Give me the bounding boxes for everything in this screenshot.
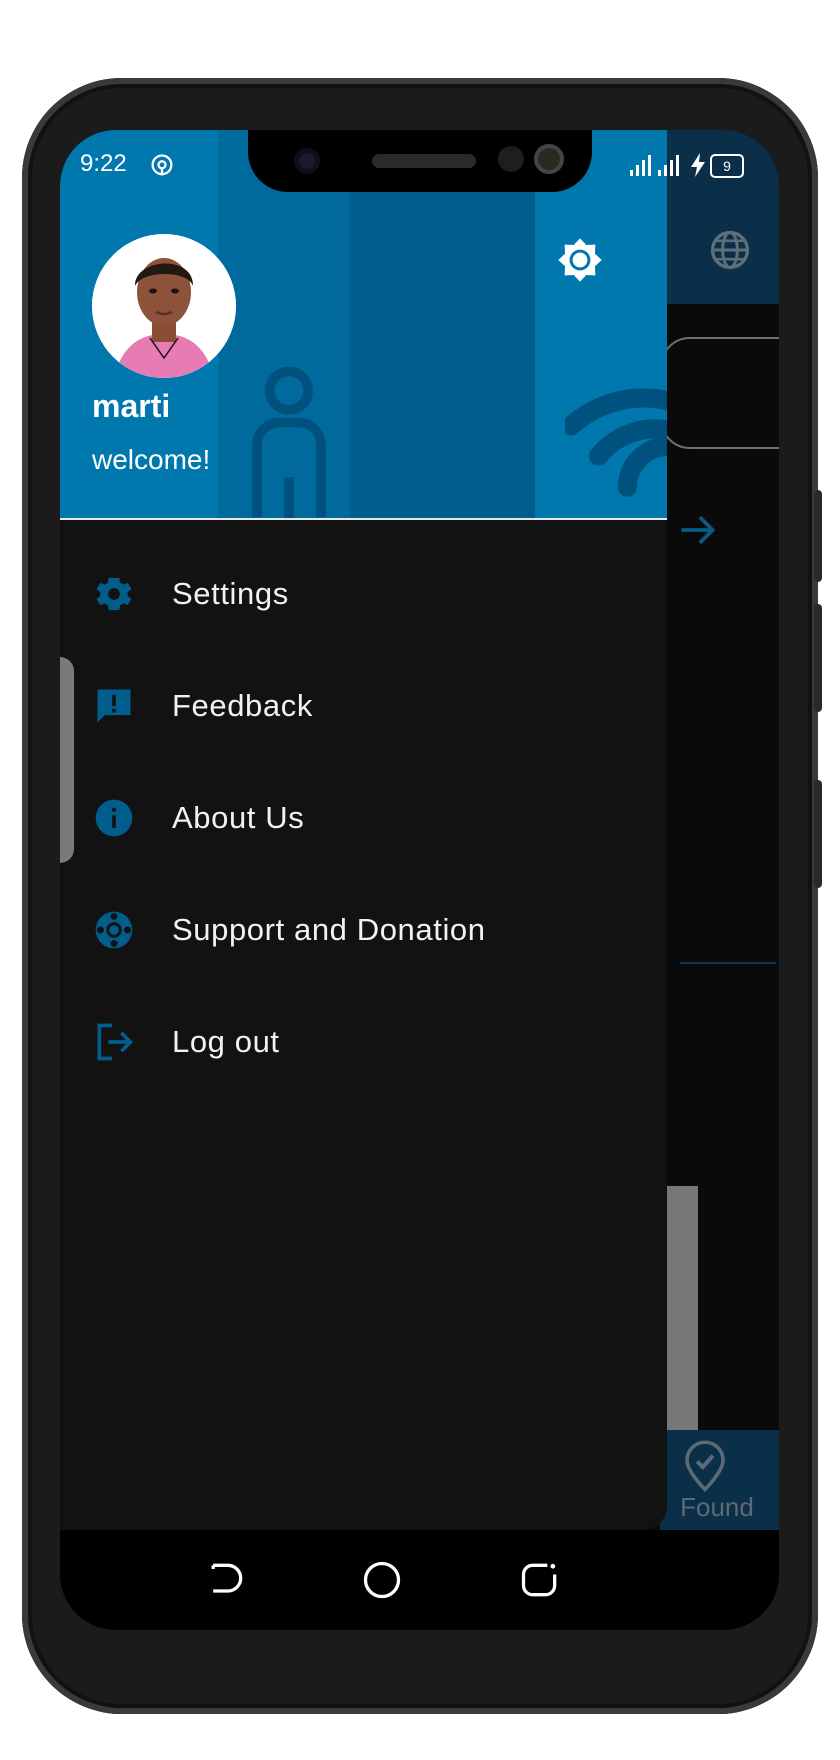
battery-icon: 9 [710,154,744,178]
power-button [814,780,822,888]
home-icon[interactable] [360,1558,404,1602]
charging-icon [691,153,705,177]
feedback-icon [97,689,131,723]
status-time: 9:22 [80,150,127,177]
avatar[interactable] [92,234,236,378]
background-divider [680,962,776,964]
drawer-menu: Settings Feedback About Us Support and D… [60,538,667,1098]
menu-item-settings[interactable]: Settings [60,538,667,650]
volume-down-button [814,604,822,712]
camera-notch [248,130,592,192]
navigation-drawer: marti welcome! Settings Feedback About U… [60,130,667,1530]
sensor [534,144,564,174]
found-location-check-icon [685,1440,725,1493]
menu-item-label: Settings [172,576,289,611]
menu-item-about-us[interactable]: About Us [60,762,667,874]
found-tab-label: Found [680,1492,754,1522]
menu-item-support-and-donation[interactable]: Support and Donation [60,874,667,986]
wifi-icon [565,388,667,497]
person-outline-icon [252,366,326,518]
globe-icon[interactable] [708,228,752,272]
welcome-text: welcome! [92,444,211,475]
battery-level: 9 [723,158,731,174]
menu-item-label: Log out [172,1024,280,1059]
menu-item-feedback[interactable]: Feedback [60,650,667,762]
support-lifebuoy-icon [95,911,133,949]
menu-item-label: Feedback [172,688,313,723]
logout-icon [97,1023,134,1061]
sensor [498,146,524,172]
user-name: marti [92,388,171,424]
profile-photo [92,234,236,378]
settings-gear-icon [96,577,132,611]
arrow-right-icon [681,515,716,545]
menu-item-log-out[interactable]: Log out [60,986,667,1098]
volume-up-button [814,490,822,582]
info-icon [95,799,133,837]
back-icon[interactable] [204,1558,248,1602]
brightness-toggle-icon[interactable] [554,234,606,286]
recents-icon[interactable] [518,1558,562,1602]
drawer-edge-handle[interactable] [60,657,74,863]
signal-icon [630,155,679,176]
background-input-field [660,337,779,449]
status-bar: 9:22 9 [60,130,779,200]
front-camera [294,148,320,174]
hotspot-icon [151,154,173,176]
screen: Found marti welcome! Settings Feedback A… [60,130,779,1630]
menu-item-label: Support and Donation [172,912,486,947]
menu-item-label: About Us [172,800,305,835]
earpiece [372,154,476,168]
system-nav-bar [60,1530,779,1630]
